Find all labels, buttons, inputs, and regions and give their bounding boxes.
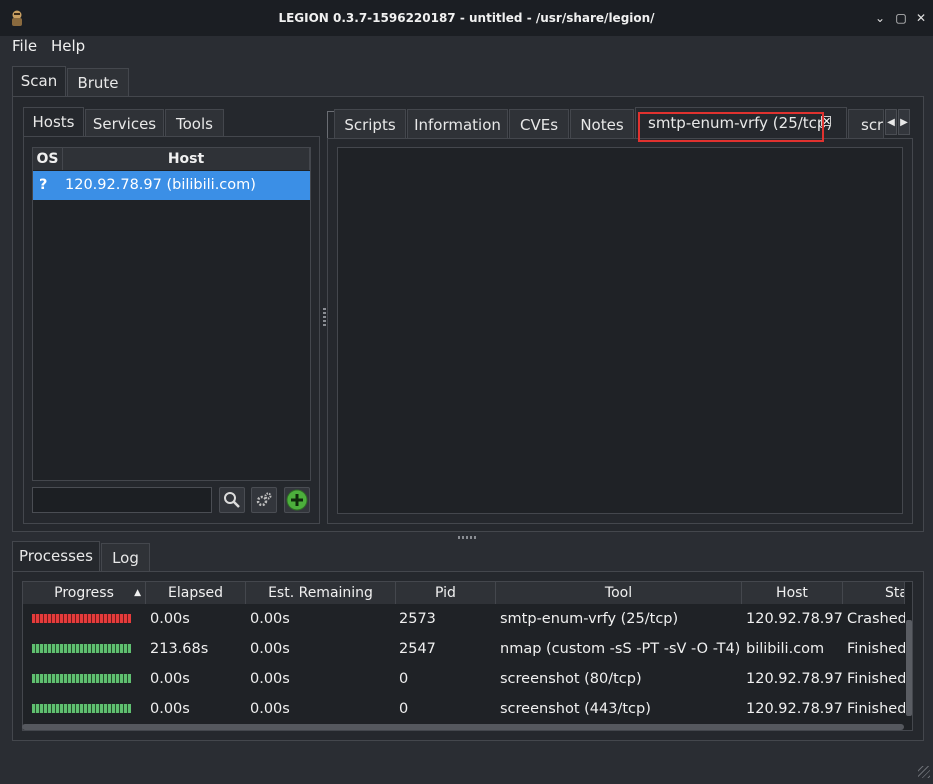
tab-screenshots[interactable]: scre <box>848 109 884 139</box>
proc-status: Finished <box>847 701 905 717</box>
close-window-button[interactable]: ✕ <box>913 10 929 26</box>
tab-tools[interactable]: Tools <box>165 109 224 137</box>
progress-bar <box>32 704 131 713</box>
host-os-unknown: ? <box>39 177 48 193</box>
tab-scroll-right-icon[interactable]: ▶ <box>898 109 910 135</box>
tab-information[interactable]: Information <box>407 109 508 139</box>
proc-header-tool[interactable]: Tool <box>496 582 742 604</box>
process-row[interactable]: 213.68s 0.00s 2547 nmap (custom -sS -PT … <box>23 634 905 664</box>
vertical-splitter-handle[interactable] <box>323 308 326 326</box>
tabs-left-edge <box>327 111 334 138</box>
window-title: LEGION 0.3.7-1596220187 - untitled - /us… <box>278 11 655 25</box>
progress-bar <box>32 614 131 623</box>
proc-remaining: 0.00s <box>250 671 290 687</box>
proc-header-progress-label: Progress <box>54 585 114 601</box>
proc-tool: smtp-enum-vrfy (25/tcp) <box>500 611 679 627</box>
proc-elapsed: 0.00s <box>150 671 190 687</box>
add-host-button[interactable] <box>284 487 310 513</box>
vertical-scrollbar[interactable] <box>906 620 912 716</box>
host-filter-input[interactable] <box>32 487 212 513</box>
process-row[interactable]: 0.00s 0.00s 0 screenshot (443/tcp) 120.9… <box>23 694 905 724</box>
proc-tool: screenshot (80/tcp) <box>500 671 642 687</box>
menu-bar <box>0 36 933 60</box>
tab-scroll-left-icon[interactable]: ◀ <box>885 109 897 135</box>
tab-cves[interactable]: CVEs <box>509 109 569 139</box>
proc-pid: 0 <box>399 671 409 687</box>
proc-header-pid[interactable]: Pid <box>396 582 496 604</box>
proc-header-elapsed[interactable]: Elapsed <box>146 582 246 604</box>
proc-header-progress[interactable]: Progress ▲ <box>23 582 146 604</box>
minimize-button[interactable]: ⌄ <box>872 10 888 26</box>
tab-processes[interactable]: Processes <box>12 541 100 571</box>
maximize-button[interactable]: ▢ <box>893 10 909 26</box>
progress-bar <box>32 644 131 653</box>
proc-header-status[interactable]: Sta <box>843 582 905 604</box>
proc-remaining: 0.00s <box>250 611 290 627</box>
proc-pid: 0 <box>399 701 409 717</box>
process-row[interactable]: 0.00s 0.00s 0 screenshot (80/tcp) 120.92… <box>23 664 905 694</box>
search-button[interactable] <box>219 487 245 513</box>
proc-elapsed: 213.68s <box>150 641 209 657</box>
script-output-area[interactable] <box>337 147 903 514</box>
proc-tool: nmap (custom -sS -PT -sV -O -T4) <box>500 641 741 657</box>
proc-header-remaining[interactable]: Est. Remaining <box>246 582 396 604</box>
horizontal-scrollbar[interactable] <box>22 724 904 730</box>
proc-elapsed: 0.00s <box>150 701 190 717</box>
host-settings-button[interactable] <box>251 487 277 513</box>
hosts-header-os[interactable]: OS <box>33 148 63 170</box>
proc-host: bilibili.com <box>746 641 825 657</box>
tab-log[interactable]: Log <box>101 543 150 571</box>
highlight-box <box>638 112 824 142</box>
menu-help[interactable]: Help <box>51 36 85 56</box>
proc-host: 120.92.78.97 <box>746 611 843 627</box>
horizontal-splitter-handle[interactable] <box>458 536 478 539</box>
proc-remaining: 0.00s <box>250 641 290 657</box>
proc-pid: 2573 <box>399 611 436 627</box>
proc-host: 120.92.78.97 <box>746 671 843 687</box>
process-row[interactable]: 0.00s 0.00s 2573 smtp-enum-vrfy (25/tcp)… <box>23 604 905 634</box>
proc-pid: 2547 <box>399 641 436 657</box>
menu-file[interactable]: File <box>12 36 37 56</box>
proc-elapsed: 0.00s <box>150 611 190 627</box>
proc-status: Crashed <box>847 611 905 627</box>
progress-bar <box>32 674 131 683</box>
tab-brute[interactable]: Brute <box>67 68 129 96</box>
proc-status: Finished <box>847 671 905 687</box>
hosts-header-host[interactable]: Host <box>63 148 310 170</box>
tab-hosts[interactable]: Hosts <box>23 107 84 137</box>
tab-scripts[interactable]: Scripts <box>334 109 406 139</box>
proc-host: 120.92.78.97 <box>746 701 843 717</box>
sort-ascending-icon: ▲ <box>134 588 141 598</box>
gears-icon <box>256 492 272 507</box>
tab-services[interactable]: Services <box>85 109 164 137</box>
add-icon <box>286 489 308 511</box>
search-icon <box>224 492 240 508</box>
proc-status: Finished <box>847 641 905 657</box>
proc-header-host[interactable]: Host <box>742 582 843 604</box>
proc-remaining: 0.00s <box>250 701 290 717</box>
tab-notes[interactable]: Notes <box>570 109 634 139</box>
proc-tool: screenshot (443/tcp) <box>500 701 651 717</box>
resize-grip[interactable] <box>918 766 930 778</box>
host-address: 120.92.78.97 (bilibili.com) <box>65 177 256 193</box>
tab-scan[interactable]: Scan <box>12 66 66 96</box>
